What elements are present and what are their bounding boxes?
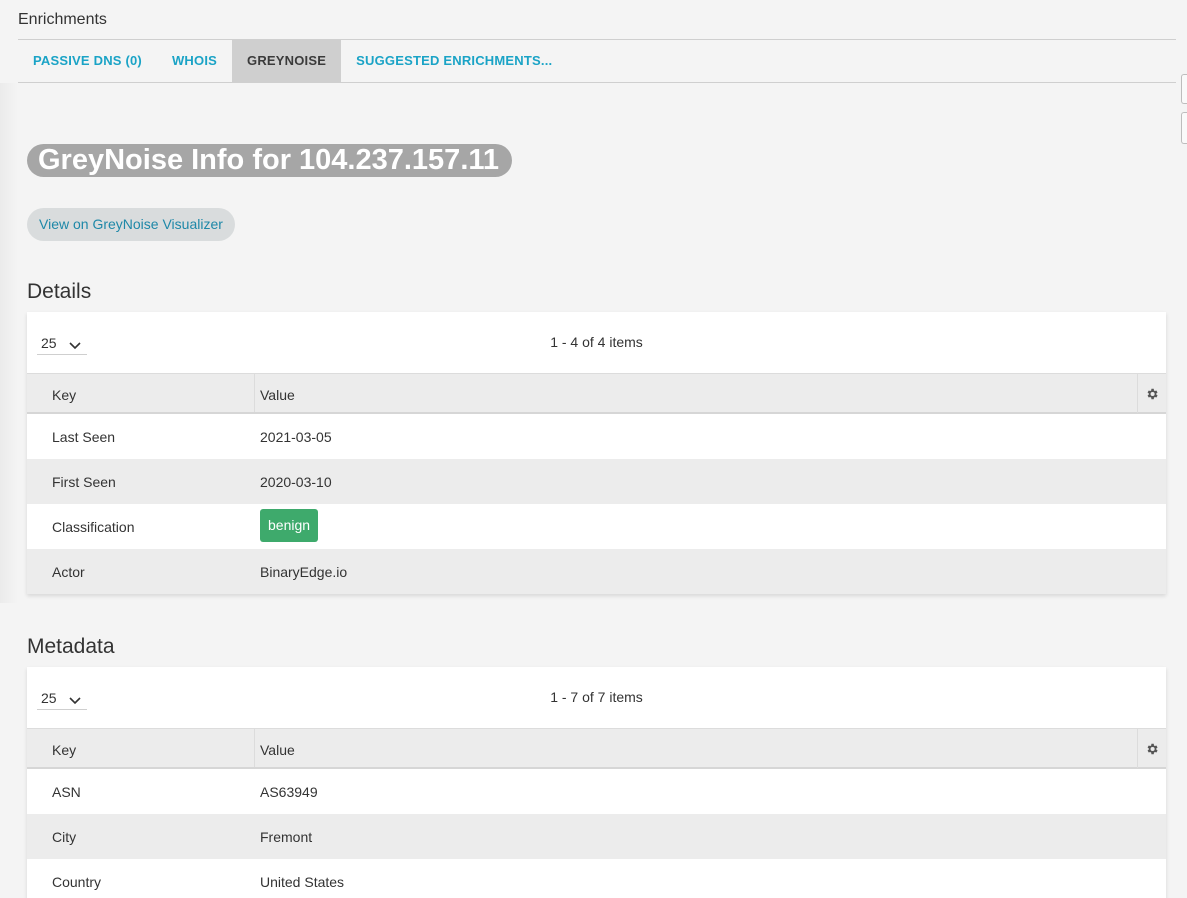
metadata-title: Metadata <box>27 635 115 658</box>
view-greynoise-visualizer-button[interactable]: View on GreyNoise Visualizer <box>27 208 235 241</box>
details-title: Details <box>27 280 92 303</box>
table-row: City Fremont <box>27 814 1166 859</box>
gear-icon <box>1147 743 1158 755</box>
tab-greynoise[interactable]: GREYNOISE <box>232 40 342 82</box>
row-value: AS63949 <box>260 784 318 800</box>
tab-whois[interactable]: WHOIS <box>157 40 232 82</box>
column-header-key[interactable]: Key <box>52 387 76 403</box>
table-row: Last Seen 2021-03-05 <box>27 414 1166 459</box>
row-value: 2021-03-05 <box>260 429 332 445</box>
metadata-items-info: 1 - 7 of 7 items <box>550 689 643 705</box>
section-title: Enrichments <box>18 11 107 28</box>
details-toolbar: 25 1 - 4 of 4 items <box>27 312 1166 373</box>
metadata-grid: 25 1 - 7 of 7 items Key Value ASN AS6394… <box>27 667 1166 898</box>
column-header-value[interactable]: Value <box>260 742 295 758</box>
metadata-toolbar: 25 1 - 7 of 7 items <box>27 667 1166 728</box>
row-key: Classification <box>52 519 135 535</box>
row-key: Country <box>52 874 102 890</box>
row-key: City <box>52 829 77 845</box>
row-value: Fremont <box>260 829 313 845</box>
column-header-value[interactable]: Value <box>260 387 295 403</box>
row-key: First Seen <box>52 474 116 490</box>
column-header-key[interactable]: Key <box>52 742 76 758</box>
greynoise-heading: GreyNoise Info for 104.237.157.11 <box>27 144 513 177</box>
row-value: BinaryEdge.io <box>260 564 348 580</box>
table-row: Classification benign <box>27 504 1166 549</box>
row-key: Actor <box>52 564 85 580</box>
table-row: Actor BinaryEdge.io <box>27 549 1166 594</box>
details-header-row: Key Value <box>27 373 1166 414</box>
metadata-header-row: Key Value <box>27 728 1166 769</box>
classification-badge: benign <box>260 509 319 542</box>
enrichments-page: Enrichments PASSIVE DNS (0) WHOIS GREYNO… <box>0 0 1187 898</box>
row-value: United States <box>260 874 345 890</box>
table-row: First Seen 2020-03-10 <box>27 459 1166 504</box>
details-items-info: 1 - 4 of 4 items <box>550 334 643 350</box>
table-row: Country United States <box>27 859 1166 898</box>
row-value: 2020-03-10 <box>260 474 332 490</box>
table-row: ASN AS63949 <box>27 769 1166 814</box>
column-divider <box>254 729 255 767</box>
left-edge-shade <box>0 83 18 603</box>
side-panel-handle-secondary[interactable] <box>1181 112 1187 144</box>
details-grid: 25 1 - 4 of 4 items Key Value Last Seen … <box>27 312 1166 594</box>
tab-suggested-enrichments[interactable]: SUGGESTED ENRICHMENTS... <box>341 40 567 82</box>
column-divider <box>254 374 255 412</box>
row-key: Last Seen <box>52 429 116 445</box>
gear-icon <box>1147 388 1158 400</box>
tab-passive-dns[interactable]: PASSIVE DNS (0) <box>18 40 157 82</box>
row-key: ASN <box>52 784 81 800</box>
details-column-menu-button[interactable] <box>1137 374 1166 413</box>
metadata-column-menu-button[interactable] <box>1137 729 1166 768</box>
side-panel-handle[interactable] <box>1181 74 1187 104</box>
enrichment-tabs: PASSIVE DNS (0) WHOIS GREYNOISE SUGGESTE… <box>18 39 1176 83</box>
